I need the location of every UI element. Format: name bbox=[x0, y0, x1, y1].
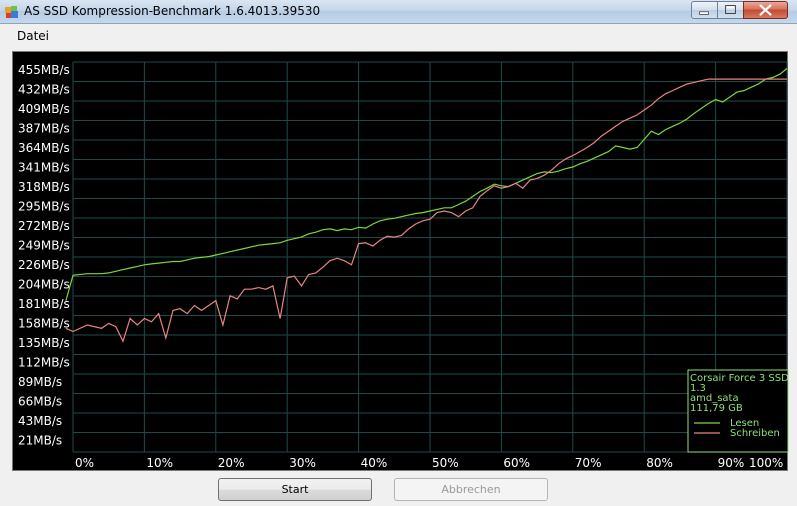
menu-bar: Datei bbox=[0, 25, 797, 47]
y-tick-label: 249MB/s bbox=[18, 239, 70, 253]
y-tick-label: 432MB/s bbox=[18, 83, 70, 97]
y-tick-label: 21MB/s bbox=[18, 434, 62, 448]
x-tick-label: 50% bbox=[432, 456, 459, 470]
legend-label-schreiben: Schreiben bbox=[730, 428, 780, 439]
y-tick-label: 272MB/s bbox=[18, 219, 70, 233]
app-icon bbox=[5, 6, 18, 18]
y-tick-label: 409MB/s bbox=[18, 102, 70, 116]
x-tick-label: 80% bbox=[646, 456, 673, 470]
abort-button: Abbrechen bbox=[394, 478, 548, 501]
minimize-button[interactable] bbox=[691, 1, 718, 19]
close-button[interactable] bbox=[743, 1, 788, 19]
series-line-lesen bbox=[65, 68, 788, 301]
x-tick-label: 30% bbox=[289, 456, 316, 470]
title-bar: AS SSD Kompression-Benchmark 1.6.4013.39… bbox=[0, 0, 797, 24]
x-tick-label: 100% bbox=[749, 456, 783, 470]
y-tick-label: 455MB/s bbox=[18, 63, 70, 77]
y-tick-label: 181MB/s bbox=[18, 297, 70, 311]
menu-datei[interactable]: Datei bbox=[17, 29, 49, 43]
x-tick-label: 70% bbox=[575, 456, 602, 470]
window-title: AS SSD Kompression-Benchmark 1.6.4013.39… bbox=[24, 4, 321, 18]
y-tick-label: 204MB/s bbox=[18, 278, 70, 292]
y-tick-label: 387MB/s bbox=[18, 122, 70, 136]
close-icon bbox=[759, 4, 772, 16]
y-tick-label: 318MB/s bbox=[18, 180, 70, 194]
y-tick-label: 295MB/s bbox=[18, 200, 70, 214]
x-tick-label: 20% bbox=[218, 456, 245, 470]
y-tick-label: 112MB/s bbox=[18, 356, 70, 370]
x-tick-label: 90% bbox=[718, 456, 745, 470]
x-tick-label: 0% bbox=[75, 456, 94, 470]
compression-chart: 455MB/s 432MB/s 409MB/s 387MB/s 364MB/s 341MB… bbox=[12, 51, 789, 471]
y-tick-label: 135MB/s bbox=[18, 336, 70, 350]
minimize-icon bbox=[699, 11, 709, 15]
legend-capacity: 111,79 GB bbox=[690, 403, 743, 414]
x-tick-label: 40% bbox=[361, 456, 388, 470]
series-line-schreiben bbox=[65, 78, 787, 343]
x-tick-label: 60% bbox=[503, 456, 530, 470]
y-tick-label: 364MB/s bbox=[18, 141, 70, 155]
maximize-button[interactable] bbox=[717, 1, 744, 19]
y-tick-label: 43MB/s bbox=[18, 414, 62, 428]
y-tick-label: 226MB/s bbox=[18, 258, 70, 272]
x-tick-label: 10% bbox=[146, 456, 173, 470]
y-tick-label: 89MB/s bbox=[18, 375, 62, 389]
y-tick-label: 341MB/s bbox=[18, 161, 70, 175]
y-tick-label: 66MB/s bbox=[18, 395, 62, 409]
maximize-icon bbox=[725, 5, 736, 14]
chart-canvas: 455MB/s 432MB/s 409MB/s 387MB/s 364MB/s 341MB… bbox=[18, 61, 789, 470]
y-tick-label: 158MB/s bbox=[18, 317, 70, 331]
start-button[interactable]: Start bbox=[218, 478, 372, 501]
